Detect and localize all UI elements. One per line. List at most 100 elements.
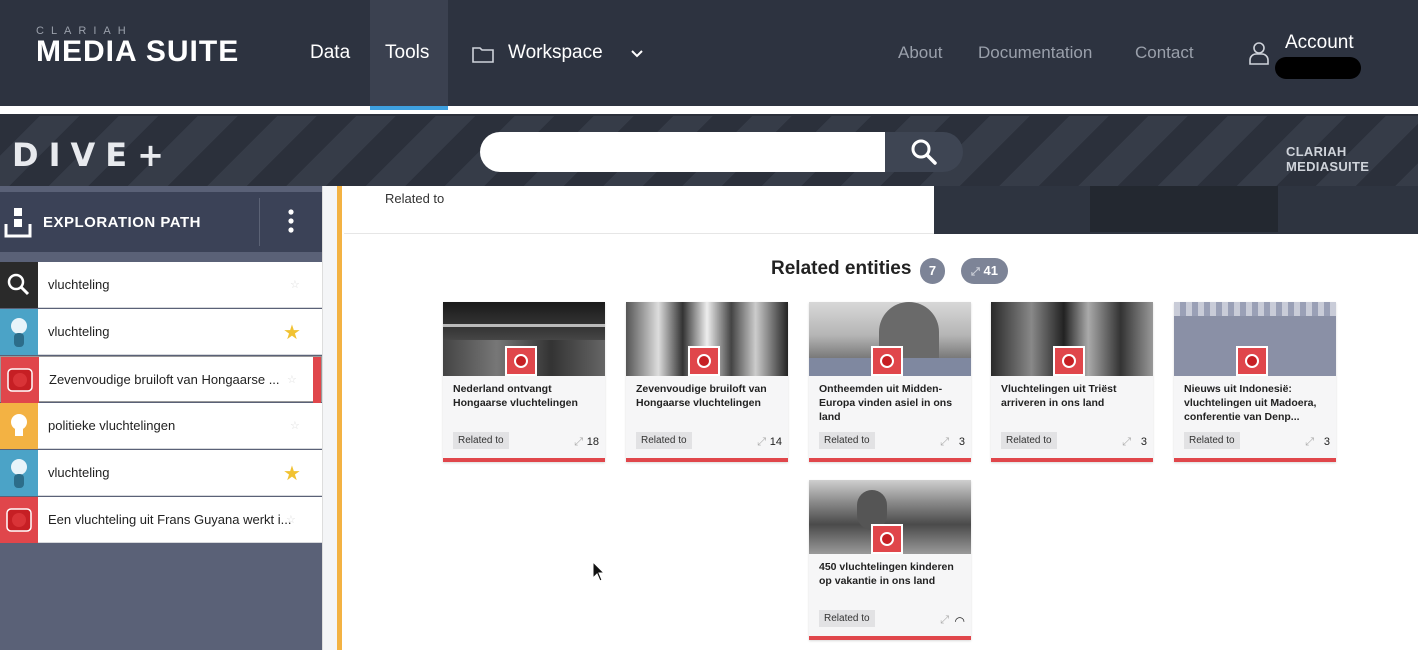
search-button[interactable]: [885, 132, 963, 172]
entity-card[interactable]: 450 vluchtelingen kinderen op vakantie i…: [809, 480, 971, 640]
star-outline-icon[interactable]: ☆: [290, 278, 300, 291]
folder-icon: [472, 47, 494, 63]
exploration-path-title: EXPLORATION PATH: [43, 214, 201, 231]
dive-logo[interactable]: DIVE+: [12, 136, 174, 174]
path-item-label: Een vluchteling uit Frans Guyana werkt i…: [48, 512, 292, 527]
loading-spinner-icon: ◠: [954, 614, 965, 628]
path-item-label: vluchteling: [48, 324, 110, 339]
media-object-icon: [0, 497, 38, 543]
card-title: Vluchtelingen uit Triëst arriveren in on…: [1001, 383, 1117, 409]
entity-card[interactable]: Zevenvoudige bruiloft van Hongaarse vluc…: [626, 302, 788, 462]
link-icon: ⤢: [940, 614, 949, 626]
media-object-icon: [1, 357, 39, 403]
account-label[interactable]: Account: [1285, 32, 1354, 54]
link-icon: ⤢: [1122, 436, 1131, 448]
entity-card[interactable]: Ontheemden uit Midden-Europa vinden asie…: [809, 302, 971, 462]
link-count: 14: [769, 436, 782, 448]
person-icon: [0, 450, 38, 496]
link-count: 3: [1140, 436, 1147, 448]
relation-tag: Related to: [453, 432, 509, 449]
path-item-active[interactable]: Zevenvoudige bruiloft van Hongaarse ... …: [0, 356, 322, 403]
panel-resize-handle[interactable]: [337, 186, 342, 650]
media-object-icon: [871, 346, 903, 376]
nav-documentation[interactable]: Documentation: [978, 43, 1092, 63]
link-count: 18: [586, 436, 599, 448]
divider: [259, 198, 260, 246]
clariah-mediasuite-brand: CLARIAH MEDIASUITE: [1286, 144, 1370, 174]
path-item-label: vluchteling: [48, 465, 110, 480]
mouse-cursor-icon: [592, 561, 606, 582]
relation-tag: Related to: [819, 432, 875, 449]
nav-workspace[interactable]: Workspace: [472, 40, 647, 66]
card-title: Nieuws uit Indonesië: vluchtelingen uit …: [1184, 383, 1317, 423]
media-suite-logo[interactable]: CLARIAH MEDIA SUITE: [36, 26, 239, 67]
workspace-label: Workspace: [508, 42, 603, 63]
media-object-icon: [1053, 346, 1085, 376]
nav-tools[interactable]: Tools: [385, 42, 429, 64]
account-name-redacted: [1275, 57, 1361, 79]
top-navigation: CLARIAH MEDIA SUITE Data Tools Workspace…: [0, 0, 1418, 110]
media-object-icon: [871, 524, 903, 554]
related-entities-title: Related entities: [771, 258, 912, 279]
link-count: 3: [1323, 436, 1330, 448]
relation-tag: Related to: [1001, 432, 1057, 449]
more-menu-icon[interactable]: [283, 209, 299, 237]
link-icon: ⤢: [940, 436, 949, 448]
path-icon: [4, 208, 32, 238]
dive-toolbar: DIVE+ CLARIAH MEDIASUITE: [0, 114, 1418, 186]
relation-tag: Related to: [636, 432, 692, 449]
exploration-path-list: vluchteling ☆ vluchteling ★ Zevenvoudige…: [0, 262, 322, 544]
related-to-panel: Related to: [344, 186, 934, 234]
card-title: Ontheemden uit Midden-Europa vinden asie…: [819, 383, 953, 423]
card-title: Nederland ontvangt Hongaarse vluchteling…: [453, 383, 578, 409]
link-icon: ⤢: [971, 266, 980, 278]
path-item[interactable]: vluchteling ☆: [0, 262, 322, 308]
link-icon: ⤢: [574, 436, 583, 448]
relation-tag: Related to: [1184, 432, 1240, 449]
lightbulb-icon: [0, 403, 38, 449]
link-count-badge: ⤢ 41: [961, 258, 1008, 284]
path-item[interactable]: vluchteling ★: [0, 309, 322, 355]
search-icon: [0, 262, 38, 308]
redacted-block: [1090, 186, 1278, 232]
nav-contact[interactable]: Contact: [1135, 43, 1194, 63]
nav-about[interactable]: About: [898, 43, 942, 63]
chevron-down-icon: [631, 50, 643, 58]
path-item[interactable]: vluchteling ★: [0, 450, 322, 496]
entity-card[interactable]: Nederland ontvangt Hongaarse vluchteling…: [443, 302, 605, 462]
star-outline-icon[interactable]: ☆: [287, 373, 297, 386]
relation-tag: Related to: [819, 610, 875, 627]
card-title: 450 vluchtelingen kinderen op vakantie i…: [819, 561, 954, 587]
path-item[interactable]: Een vluchteling uit Frans Guyana werkt i…: [0, 497, 322, 543]
star-outline-icon[interactable]: ☆: [290, 419, 300, 432]
active-indicator: [313, 357, 321, 403]
media-object-icon: [688, 346, 720, 376]
entity-card[interactable]: Nieuws uit Indonesië: vluchtelingen uit …: [1174, 302, 1336, 462]
link-icon: ⤢: [757, 436, 766, 448]
star-icon[interactable]: ★: [283, 320, 301, 345]
entity-count-badge: 7: [920, 258, 945, 284]
exploration-sidebar: EXPLORATION PATH vluchteling ☆ vluchteli…: [0, 186, 322, 650]
path-item-label: vluchteling: [48, 277, 110, 292]
path-item-label: Zevenvoudige bruiloft van Hongaarse ...: [49, 372, 280, 387]
link-count: 41: [983, 263, 998, 278]
link-count: 3: [958, 436, 965, 448]
link-icon: ⤢: [1305, 436, 1314, 448]
media-object-icon: [1236, 346, 1268, 376]
nav-data[interactable]: Data: [310, 42, 350, 64]
exploration-path-header: EXPLORATION PATH: [0, 192, 322, 252]
entity-card[interactable]: Vluchtelingen uit Triëst arriveren in on…: [991, 302, 1153, 462]
card-title: Zevenvoudige bruiloft van Hongaarse vluc…: [636, 383, 767, 409]
detail-header-strip: [934, 186, 1418, 234]
person-icon: [0, 309, 38, 355]
logo-main-text: MEDIA SUITE: [36, 35, 240, 68]
search-input[interactable]: [480, 132, 885, 172]
panel-gutter[interactable]: [322, 186, 342, 650]
user-icon[interactable]: [1248, 40, 1270, 66]
path-item-label: politieke vluchtelingen: [48, 418, 176, 433]
related-to-label: Related to: [385, 191, 445, 206]
path-item[interactable]: politieke vluchtelingen ☆: [0, 403, 322, 449]
search-icon: [911, 139, 937, 165]
star-outline-icon[interactable]: ☆: [286, 513, 296, 526]
star-icon[interactable]: ★: [283, 461, 301, 486]
